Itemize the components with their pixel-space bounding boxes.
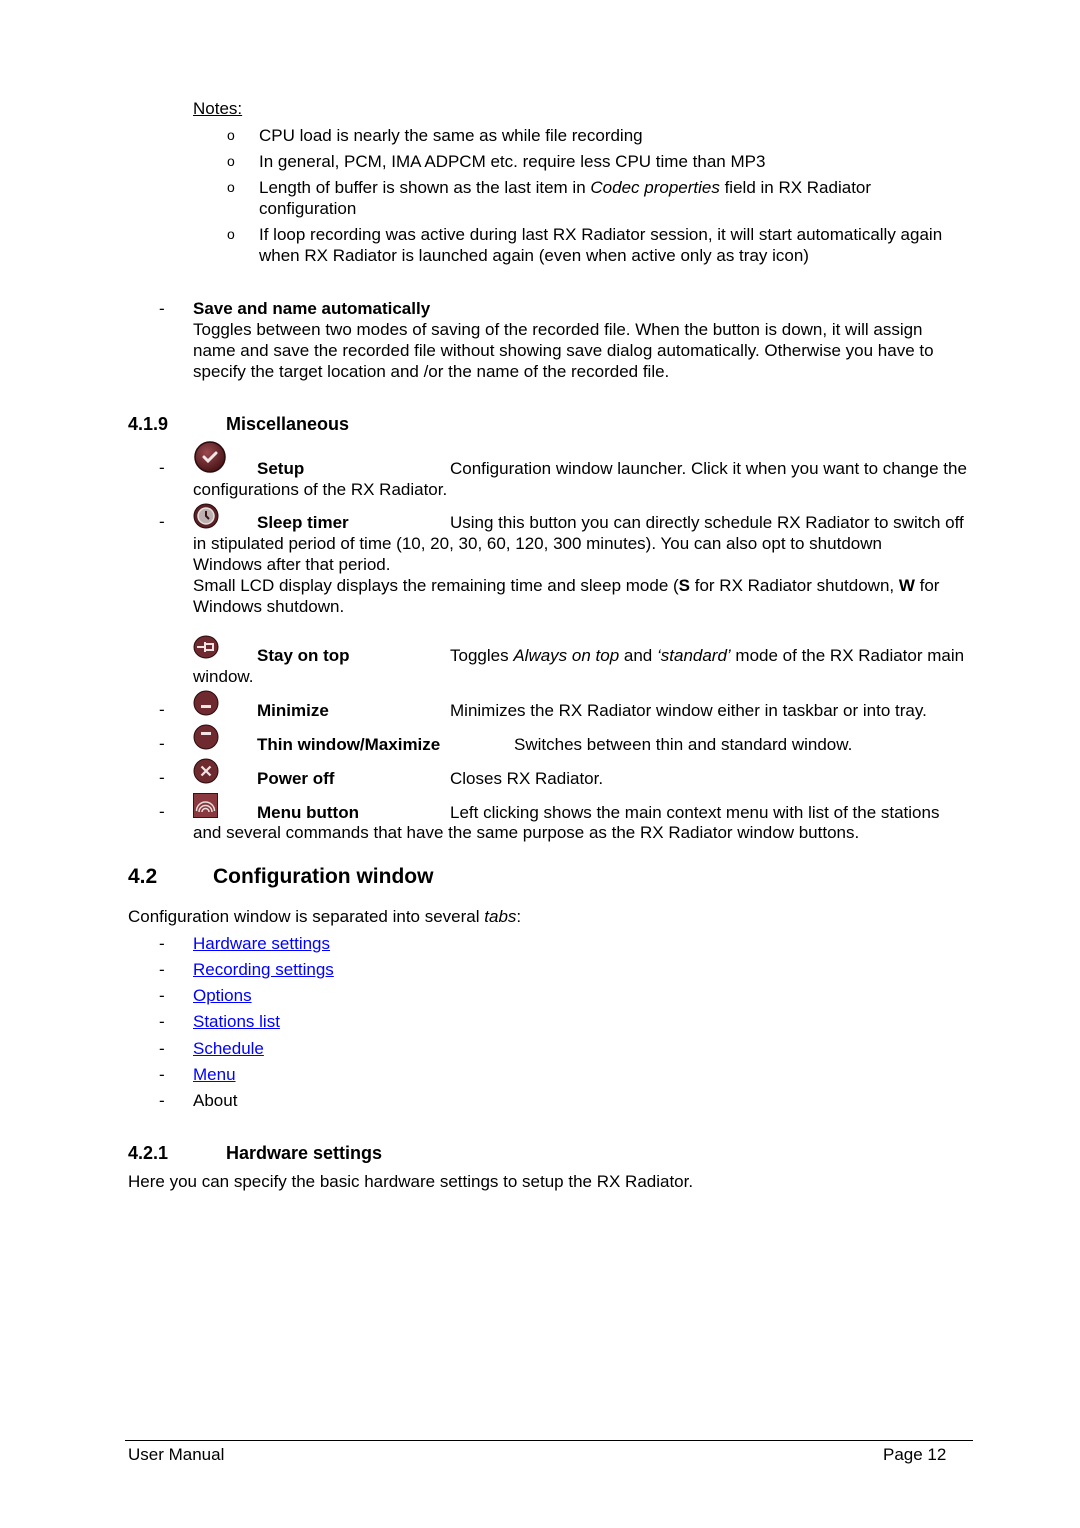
thin-window-icon[interactable]: [193, 724, 219, 755]
tab-about: About: [193, 1091, 238, 1110]
setup-desc-cont: configurations of the RX Radiator.: [193, 480, 448, 499]
save-auto-text: name and save the recorded file without …: [193, 341, 934, 360]
list-dash: -: [159, 986, 165, 1005]
menu-button-desc: Left clicking shows the main context men…: [450, 803, 940, 822]
desc-emphasis: Always on top: [513, 646, 620, 665]
stay-on-top-label: Stay on top: [257, 646, 350, 665]
sleep-timer-desc-cont: in stipulated period of time (10, 20, 30…: [193, 534, 882, 553]
lcd-text: for: [914, 576, 940, 595]
bullet-icon: o: [227, 127, 235, 143]
desc-text: mode of the RX Radiator main: [730, 646, 965, 665]
footer-left: User Manual: [128, 1445, 225, 1464]
note-item-cont: when RX Radiator is launched again (even…: [259, 246, 809, 265]
list-dash: -: [159, 802, 165, 821]
sleep-timer-desc: Using this button you can directly sched…: [450, 513, 964, 532]
config-intro: Configuration window is separated into s…: [128, 906, 521, 927]
list-dash: -: [159, 458, 165, 477]
list-dash: -: [159, 1091, 165, 1110]
lcd-mode-w: W: [898, 576, 915, 595]
bullet-icon: o: [227, 153, 235, 169]
section-title: Miscellaneous: [226, 414, 350, 434]
intro-emphasis: tabs: [484, 907, 517, 926]
note-item-cont: configuration: [259, 199, 357, 218]
minimize-icon[interactable]: [193, 690, 219, 721]
tab-link-menu[interactable]: Menu: [193, 1064, 236, 1085]
sleep-timer-label: Sleep timer: [257, 513, 349, 532]
note-item: Length of buffer is shown as the last it…: [259, 177, 871, 198]
power-off-label: Power off: [257, 769, 335, 788]
setup-desc: Configuration window launcher. Click it …: [450, 459, 967, 478]
lcd-text: for RX Radiator shutdown,: [690, 576, 899, 595]
note-text: field in RX Radiator: [719, 178, 872, 197]
menu-button-desc-cont: and several commands that have the same …: [193, 823, 860, 842]
notes-label: Notes:: [193, 99, 243, 118]
save-auto-text: specify the target location and /or the …: [193, 362, 670, 381]
lcd-mode-s: S: [678, 576, 691, 595]
list-dash: -: [159, 512, 165, 531]
section-title: Configuration window: [213, 865, 434, 888]
save-auto-text: Toggles between two modes of saving of t…: [193, 320, 923, 339]
thin-window-label: Thin window/Maximize: [257, 735, 441, 754]
list-dash: -: [159, 1012, 165, 1031]
note-emphasis: Codec properties: [590, 178, 720, 197]
tab-link-recording-settings[interactable]: Recording settings: [193, 959, 334, 980]
hardware-text: Here you can specify the basic hardware …: [128, 1172, 694, 1191]
list-dash: -: [159, 1065, 165, 1084]
sleep-timer-desc-cont: Windows after that period.: [193, 555, 391, 574]
section-number: 4.1.9: [128, 414, 169, 434]
list-dash: -: [159, 1039, 165, 1058]
section-number: 4.2.1: [128, 1143, 169, 1163]
note-item: CPU load is nearly the same as while fil…: [259, 126, 643, 145]
intro-text: :: [516, 907, 522, 926]
page-number: Page 12: [883, 1445, 947, 1464]
menu-signal-icon[interactable]: [193, 793, 218, 823]
tab-link-options[interactable]: Options: [193, 985, 252, 1006]
pin-icon[interactable]: [193, 635, 219, 664]
stay-on-top-desc: Toggles Always on top and ‘standard’ mod…: [450, 645, 964, 666]
list-dash: -: [159, 700, 165, 719]
stay-on-top-desc-cont: window.: [193, 667, 254, 686]
minimize-label: Minimize: [257, 701, 329, 720]
setup-check-icon[interactable]: [193, 440, 227, 479]
menu-button-label: Menu button: [257, 803, 359, 822]
section-number: 4.2: [128, 865, 158, 888]
lcd-desc-cont: Windows shutdown.: [193, 597, 345, 616]
bullet-icon: o: [227, 179, 235, 195]
bullet-icon: o: [227, 226, 235, 242]
power-off-desc: Closes RX Radiator.: [450, 769, 604, 788]
note-item: If loop recording was active during last…: [259, 225, 943, 244]
note-item: In general, PCM, IMA ADPCM etc. require …: [259, 152, 766, 171]
power-off-icon[interactable]: [193, 758, 219, 789]
list-dash: -: [159, 960, 165, 979]
setup-label: Setup: [257, 459, 305, 478]
note-text: Length of buffer is shown as the last it…: [259, 178, 591, 197]
sleep-timer-clock-icon[interactable]: [193, 503, 219, 534]
section-title: Hardware settings: [226, 1143, 383, 1163]
desc-text: Toggles: [450, 646, 514, 665]
intro-text: Configuration window is separated into s…: [128, 907, 485, 926]
tab-link-hardware-settings[interactable]: Hardware settings: [193, 933, 330, 954]
tab-link-stations-list[interactable]: Stations list: [193, 1011, 280, 1032]
thin-window-desc: Switches between thin and standard windo…: [514, 735, 853, 754]
desc-emphasis: ‘standard’: [656, 646, 731, 665]
save-auto-title: Save and name automatically: [193, 299, 431, 318]
list-dash: -: [159, 768, 165, 787]
tab-link-schedule[interactable]: Schedule: [193, 1038, 264, 1059]
list-dash: -: [159, 934, 165, 953]
list-dash: -: [159, 734, 165, 753]
lcd-desc: Small LCD display displays the remaining…: [193, 575, 939, 596]
footer-divider: [125, 1440, 973, 1441]
lcd-text: Small LCD display displays the remaining…: [193, 576, 679, 595]
minimize-desc: Minimizes the RX Radiator window either …: [450, 701, 927, 720]
desc-text: and: [619, 646, 657, 665]
list-dash: -: [159, 299, 165, 318]
